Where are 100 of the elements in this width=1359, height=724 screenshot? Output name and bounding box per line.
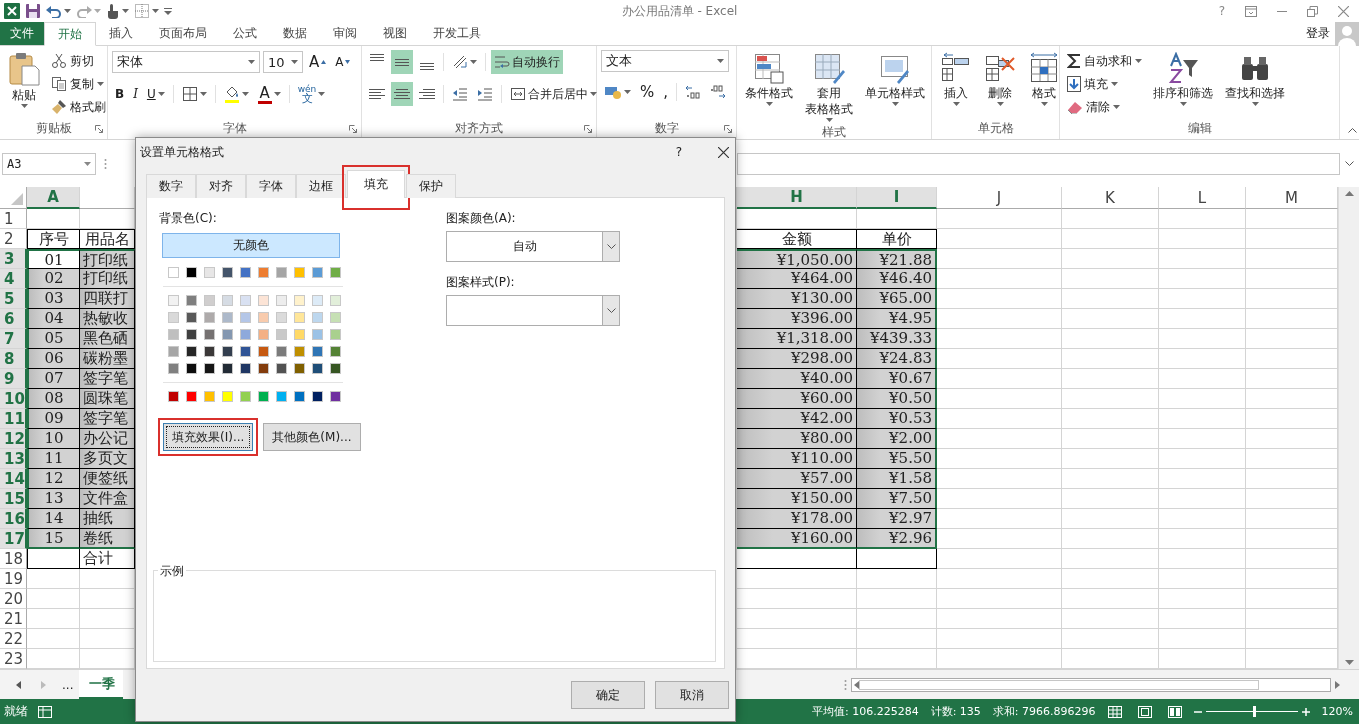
delete-cells-button[interactable]: 删除: [980, 50, 1020, 108]
column-header[interactable]: K: [1062, 187, 1159, 209]
row-header[interactable]: 14: [0, 469, 27, 489]
row-header[interactable]: 2: [0, 229, 27, 249]
row-header[interactable]: 5: [0, 289, 27, 309]
cell-styles-button[interactable]: 单元格样式: [861, 50, 929, 108]
table-cell: ¥439.33: [857, 329, 937, 349]
fill-effects-button[interactable]: 填充效果(I)...: [163, 423, 254, 451]
dialog-tab[interactable]: 字体: [246, 174, 296, 198]
row-header[interactable]: 18: [0, 549, 27, 569]
row-header[interactable]: 8: [0, 349, 27, 369]
column-header[interactable]: L: [1159, 187, 1246, 209]
paste-button[interactable]: 粘贴: [4, 50, 44, 110]
dialog-tab[interactable]: 数字: [146, 174, 196, 198]
bold-button[interactable]: B: [112, 82, 128, 106]
underline-button[interactable]: U: [143, 82, 168, 106]
row-header[interactable]: 19: [0, 569, 27, 589]
table-cell: ¥60.00: [737, 389, 857, 409]
fill-button[interactable]: 填充: [1064, 73, 1145, 95]
column-header[interactable]: M: [1246, 187, 1338, 209]
number-format-field[interactable]: 文本: [601, 50, 729, 72]
comma-style-button[interactable]: ,: [660, 80, 672, 104]
find-select-button[interactable]: 查找和选择: [1221, 50, 1289, 108]
ribbon-tab[interactable]: 审阅: [320, 22, 370, 45]
row-header[interactable]: 4: [0, 269, 27, 289]
percent-button[interactable]: %: [637, 80, 658, 104]
no-color-button[interactable]: 无颜色: [162, 233, 340, 258]
help-button[interactable]: ?: [675, 145, 682, 159]
cut-button[interactable]: 剪切: [48, 50, 109, 72]
row-header[interactable]: 10: [0, 389, 27, 409]
ribbon-tab[interactable]: 视图: [370, 22, 420, 45]
more-colors-button[interactable]: 其他颜色(M)...: [263, 423, 361, 451]
more-sheets-button[interactable]: ...: [62, 677, 74, 692]
help-button[interactable]: ?: [1218, 4, 1225, 18]
sign-in-link[interactable]: 登录: [1306, 25, 1330, 42]
insert-cells-button[interactable]: 插入: [936, 50, 976, 108]
table-cell: 13: [27, 489, 80, 509]
ribbon-tab[interactable]: 插入: [96, 22, 146, 45]
shrink-font-button[interactable]: A: [332, 50, 354, 74]
row-header[interactable]: 3: [0, 249, 27, 269]
row-header[interactable]: 16: [0, 509, 27, 529]
row-header[interactable]: 23: [0, 649, 27, 669]
table-cell: 打印纸: [80, 249, 135, 269]
ribbon-tab[interactable]: 开发工具: [420, 22, 494, 45]
row-header[interactable]: 9: [0, 369, 27, 389]
file-tab[interactable]: 文件: [0, 22, 44, 45]
ribbon-tab[interactable]: 页面布局: [146, 22, 220, 45]
table-cell: 15: [27, 529, 80, 549]
clear-button[interactable]: 清除: [1064, 96, 1145, 118]
row-header[interactable]: 11: [0, 409, 27, 429]
zoom-level: 120%: [1321, 705, 1353, 718]
dialog-tab[interactable]: 保护: [406, 174, 456, 198]
row-header[interactable]: 17: [0, 529, 27, 549]
row-header[interactable]: 1: [0, 209, 27, 229]
autosum-button[interactable]: 自动求和: [1064, 50, 1145, 72]
table-cell: ¥110.00: [737, 449, 857, 469]
row-header[interactable]: 20: [0, 589, 27, 609]
name-box[interactable]: A3: [2, 152, 96, 175]
table-cell: 03: [27, 289, 80, 309]
dialog-tab[interactable]: 对齐: [196, 174, 246, 198]
column-header[interactable]: H: [737, 187, 857, 209]
format-painter-button[interactable]: 格式刷: [48, 96, 109, 118]
column-header[interactable]: J: [937, 187, 1062, 209]
row-header[interactable]: 15: [0, 489, 27, 509]
italic-button[interactable]: I: [130, 82, 141, 106]
cancel-button[interactable]: 取消: [655, 681, 729, 709]
ribbon-tab[interactable]: 开始: [44, 22, 96, 46]
sheet-tab[interactable]: 一季: [79, 670, 124, 699]
ribbon-tab[interactable]: 公式: [220, 22, 270, 45]
dialog-tab[interactable]: 填充: [347, 170, 405, 198]
conditional-format-button[interactable]: 条件格式: [741, 50, 797, 108]
row-header[interactable]: 13: [0, 449, 27, 469]
merge-center-button[interactable]: 合并后居中: [507, 82, 600, 106]
table-cell: ¥65.00: [857, 289, 937, 309]
font-color-button[interactable]: A: [254, 82, 284, 106]
wrap-text-button[interactable]: 自动换行: [491, 50, 563, 74]
column-header[interactable]: A: [27, 187, 80, 209]
grow-font-button[interactable]: A: [306, 50, 330, 74]
row-header[interactable]: 22: [0, 629, 27, 649]
ok-button[interactable]: 确定: [571, 681, 645, 709]
font-family-field[interactable]: 宋体: [112, 51, 260, 73]
copy-button[interactable]: 复制: [48, 73, 109, 95]
group-label: 单元格: [977, 119, 1014, 137]
table-cell: ¥5.50: [857, 449, 937, 469]
table-cell: 黑色硒: [80, 329, 135, 349]
phonetic-button[interactable]: wén 文: [294, 82, 329, 106]
format-cells-button[interactable]: 格式: [1024, 50, 1064, 108]
pattern-color-dropdown[interactable]: 自动: [446, 231, 620, 262]
sort-filter-button[interactable]: 排序和筛选: [1149, 50, 1217, 108]
row-header[interactable]: 12: [0, 429, 27, 449]
row-header[interactable]: 7: [0, 329, 27, 349]
column-header[interactable]: I: [857, 187, 937, 209]
font-size-field[interactable]: 10: [263, 51, 303, 73]
format-as-table-button[interactable]: 套用 表格格式: [801, 50, 857, 124]
table-cell: 10: [27, 429, 80, 449]
table-cell: ¥2.96: [857, 529, 937, 549]
row-header[interactable]: 6: [0, 309, 27, 329]
row-header[interactable]: 21: [0, 609, 27, 629]
ribbon-tab[interactable]: 数据: [270, 22, 320, 45]
dialog-tab[interactable]: 边框: [296, 174, 346, 198]
